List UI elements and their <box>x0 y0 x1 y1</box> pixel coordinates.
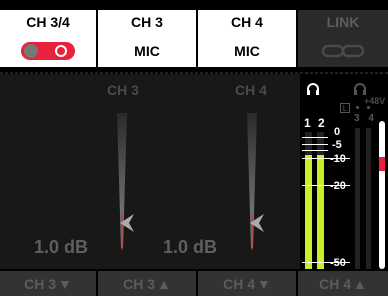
ch4-fader-label: CH 4 <box>235 82 267 98</box>
scale-tick <box>302 150 328 151</box>
chain-link-icon <box>321 44 365 57</box>
ch4-input-select[interactable]: MIC <box>198 34 296 67</box>
triangle-down-icon: ▼ <box>257 275 271 292</box>
button-label: CH 3 <box>24 275 57 292</box>
tab-label: CH 3 <box>131 14 163 30</box>
tab-ch3-4[interactable]: CH 3/4 <box>0 10 96 34</box>
lock-badge: L <box>340 103 350 113</box>
phantom-dot <box>367 106 370 109</box>
headphones-icon <box>307 83 319 95</box>
tab-ch3[interactable]: CH 3 <box>98 10 196 34</box>
button-label: CH 4 <box>319 275 352 292</box>
ch4-gain-value: 1.0 dB <box>163 237 218 257</box>
ch3-gain-value: 1.0 dB <box>34 237 89 257</box>
ch3-down-button[interactable]: CH 3 ▼ <box>0 271 96 296</box>
scrollbar[interactable] <box>379 121 385 269</box>
meter-ch2-level <box>317 155 324 269</box>
ch4-down-button[interactable]: CH 4 ▼ <box>198 271 296 296</box>
link-button[interactable] <box>298 34 388 67</box>
ch3-fader-label: CH 3 <box>107 82 139 98</box>
tab-label: CH 4 <box>231 14 263 30</box>
ch3-input-label: MIC <box>134 42 160 59</box>
headphones-secondary-icon <box>354 83 366 95</box>
triangle-up-icon: ▲ <box>353 275 367 292</box>
scale-label: -20 <box>330 180 346 192</box>
scrollbar-thumb[interactable] <box>379 157 385 171</box>
button-label: CH 4 <box>223 275 256 292</box>
ch3-up-button[interactable]: CH 3 ▲ <box>98 271 196 296</box>
scale-label: -5 <box>332 139 342 151</box>
tab-label: CH 3/4 <box>26 14 70 30</box>
triangle-up-icon: ▲ <box>157 275 171 292</box>
stereo-link-cell <box>0 34 96 67</box>
phantom-channels: 3 4 <box>354 113 377 124</box>
meter-ch1-level <box>305 155 312 269</box>
ch4-up-button[interactable]: CH 4 ▲ <box>298 271 388 296</box>
ch4-input-label: MIC <box>234 42 260 59</box>
scale-label: 0 <box>334 126 341 138</box>
scale-tick <box>302 144 328 145</box>
meter-ch1-track <box>305 132 312 269</box>
meter-ch3-track <box>355 128 360 269</box>
scale-label: -10 <box>330 153 346 165</box>
triangle-down-icon: ▼ <box>58 275 72 292</box>
ch3-fader[interactable] <box>100 108 150 258</box>
meter-ch2-track <box>317 132 324 269</box>
ch3-input-select[interactable]: MIC <box>98 34 196 67</box>
tab-label: LINK <box>326 14 360 30</box>
scale-label: -50 <box>330 257 346 269</box>
meter-ch4-track <box>366 128 371 269</box>
button-label: CH 3 <box>123 275 156 292</box>
meter-channel-numbers: 1 2 <box>304 116 327 130</box>
tab-ch4[interactable]: CH 4 <box>198 10 296 34</box>
stereo-toggle[interactable] <box>21 41 75 60</box>
scale-tick <box>302 137 328 138</box>
phantom-power-label: +48V <box>364 96 386 106</box>
power-ring-icon <box>55 44 67 57</box>
toggle-knob <box>24 43 38 58</box>
phantom-dot <box>356 106 359 109</box>
ch4-fader[interactable] <box>230 108 280 258</box>
tab-link[interactable]: LINK <box>298 10 388 34</box>
